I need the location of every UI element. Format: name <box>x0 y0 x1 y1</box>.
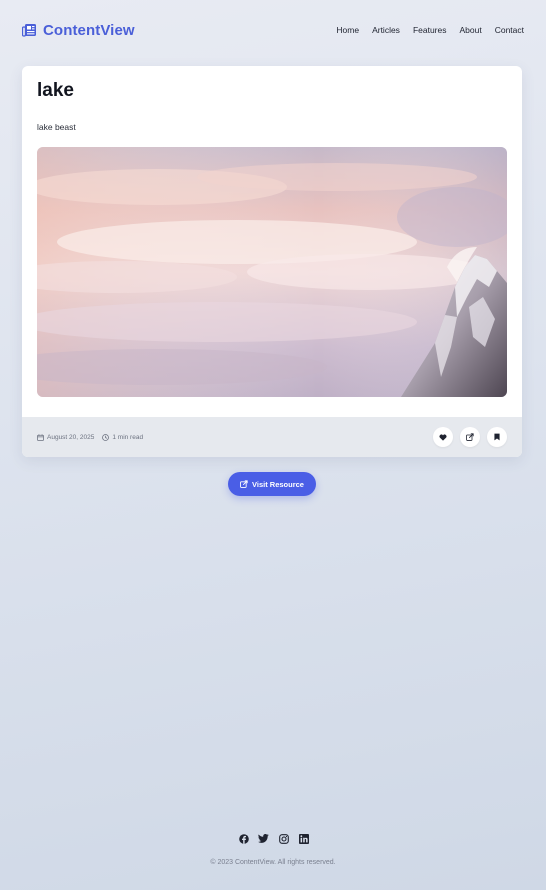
card-actions <box>433 427 507 447</box>
bookmark-icon <box>494 433 500 441</box>
visit-resource-label: Visit Resource <box>252 479 304 489</box>
card-meta: August 20, 2025 1 min read <box>37 434 143 441</box>
post-date: August 20, 2025 <box>47 433 95 441</box>
nav-contact[interactable]: Contact <box>495 25 524 35</box>
brand-logo[interactable]: ContentView <box>21 21 135 39</box>
share-button[interactable] <box>460 427 480 447</box>
card-image <box>37 147 507 397</box>
newspaper-icon <box>21 23 37 37</box>
card-title: lake <box>37 80 74 101</box>
twitter-icon[interactable] <box>258 833 269 844</box>
site-header: ContentView Home Articles Features About… <box>21 20 524 40</box>
card-description: lake beast <box>37 122 76 132</box>
read-time: 1 min read <box>112 433 144 441</box>
linkedin-icon[interactable] <box>298 833 309 844</box>
like-button[interactable] <box>433 427 453 447</box>
facebook-icon[interactable] <box>238 833 249 844</box>
nav-articles[interactable]: Articles <box>372 25 400 35</box>
bookmark-button[interactable] <box>487 427 507 447</box>
calendar-icon <box>37 433 44 441</box>
visit-resource-button[interactable]: Visit Resource <box>228 472 316 496</box>
social-links <box>238 833 309 844</box>
share-icon <box>466 433 474 441</box>
heart-icon <box>439 434 447 441</box>
card-footer: August 20, 2025 1 min read <box>22 417 522 457</box>
copyright-text: © 2023 ContentView. All rights reserved. <box>210 859 336 866</box>
main-nav: Home Articles Features About Contact <box>323 25 524 35</box>
clock-icon <box>102 433 110 441</box>
brand-name: ContentView <box>43 21 135 39</box>
nav-features[interactable]: Features <box>413 25 447 35</box>
date-meta: August 20, 2025 <box>37 434 94 441</box>
nav-home[interactable]: Home <box>336 25 359 35</box>
external-link-icon <box>240 480 248 488</box>
content-card: lake lake beast August 20, 2025 1 min re… <box>22 66 522 457</box>
read-time-meta: 1 min read <box>102 434 143 441</box>
nav-about[interactable]: About <box>459 25 481 35</box>
instagram-icon[interactable] <box>278 833 289 844</box>
